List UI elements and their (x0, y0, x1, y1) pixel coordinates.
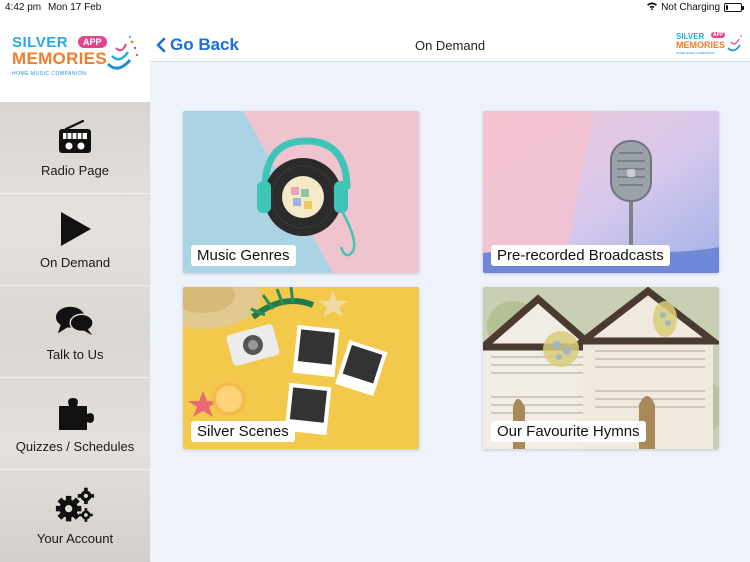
sidebar-item-label: Your Account (36, 531, 114, 546)
card-music-genres[interactable]: Music Genres (183, 111, 419, 273)
sidebar-item-radio-page[interactable]: Radio Page (0, 102, 150, 194)
status-time: 4:42 pm (5, 2, 42, 13)
sidebar-item-your-account[interactable]: Your Account (0, 470, 150, 562)
card-silver-scenes[interactable]: Silver Scenes (183, 287, 419, 449)
wifi-icon (647, 2, 658, 13)
card-pre-recorded-broadcasts[interactable]: Pre-recorded Broadcasts (483, 111, 719, 273)
sidebar-nav: Radio Page On Demand Talk to Us Quizzes … (0, 102, 150, 562)
sidebar: SILVER APP MEMORIES HOME MUSIC COMPANION (0, 16, 150, 562)
puzzle-piece-icon (55, 394, 95, 432)
chat-bubbles-icon (55, 302, 95, 340)
sidebar-item-label: On Demand (39, 254, 111, 270)
logo-badge: APP (78, 36, 107, 48)
charging-status: Not Charging (661, 2, 720, 13)
card-label: Our Favourite Hymns (491, 421, 646, 442)
page-title: On Demand (414, 38, 486, 53)
status-bar: 4:42 pm Mon 17 Feb Not Charging (0, 0, 750, 16)
sidebar-item-label: Radio Page (41, 162, 109, 178)
sidebar-item-talk-to-us[interactable]: Talk to Us (0, 286, 150, 378)
card-our-favourite-hymns[interactable]: Our Favourite Hymns (483, 287, 719, 449)
logo-tagline: HOME MUSIC COMPANION (12, 71, 87, 77)
battery-icon (724, 3, 744, 12)
status-right: Not Charging (647, 2, 744, 13)
sidebar-item-label: Talk to Us (46, 346, 104, 362)
radio-icon (55, 118, 95, 156)
header-logo-badge: APP (711, 32, 726, 38)
sidebar-item-on-demand[interactable]: On Demand (0, 194, 150, 286)
battery-fill (726, 5, 729, 10)
logo-line2: MEMORIES (12, 49, 107, 68)
status-date: Mon 17 Feb (48, 2, 102, 13)
card-label: Silver Scenes (191, 421, 295, 442)
app-logo: SILVER APP MEMORIES HOME MUSIC COMPANION (12, 34, 140, 86)
header-logo-line2: MEMORIES (676, 40, 726, 50)
play-icon (55, 210, 95, 248)
gears-icon (55, 486, 95, 524)
sidebar-item-quizzes-schedules[interactable]: Quizzes / Schedules (0, 378, 150, 470)
content-area: Music Genres Pre-recorded Broadcasts Sil… (150, 62, 750, 562)
header-bar: Go Back On Demand SILVER APP MEMORIES HO… (150, 16, 750, 62)
sidebar-item-label: Quizzes / Schedules (15, 438, 135, 454)
card-label: Music Genres (191, 245, 296, 266)
header-logo-waves-graphic (727, 35, 742, 52)
header-logo: SILVER APP MEMORIES HOME MUSIC COMPANION (676, 32, 744, 60)
card-label: Pre-recorded Broadcasts (491, 245, 670, 266)
logo-area: SILVER APP MEMORIES HOME MUSIC COMPANION (0, 16, 150, 102)
logo-waves-graphic (106, 35, 139, 70)
header-logo-tagline: HOME MUSIC COMPANION (676, 51, 715, 55)
